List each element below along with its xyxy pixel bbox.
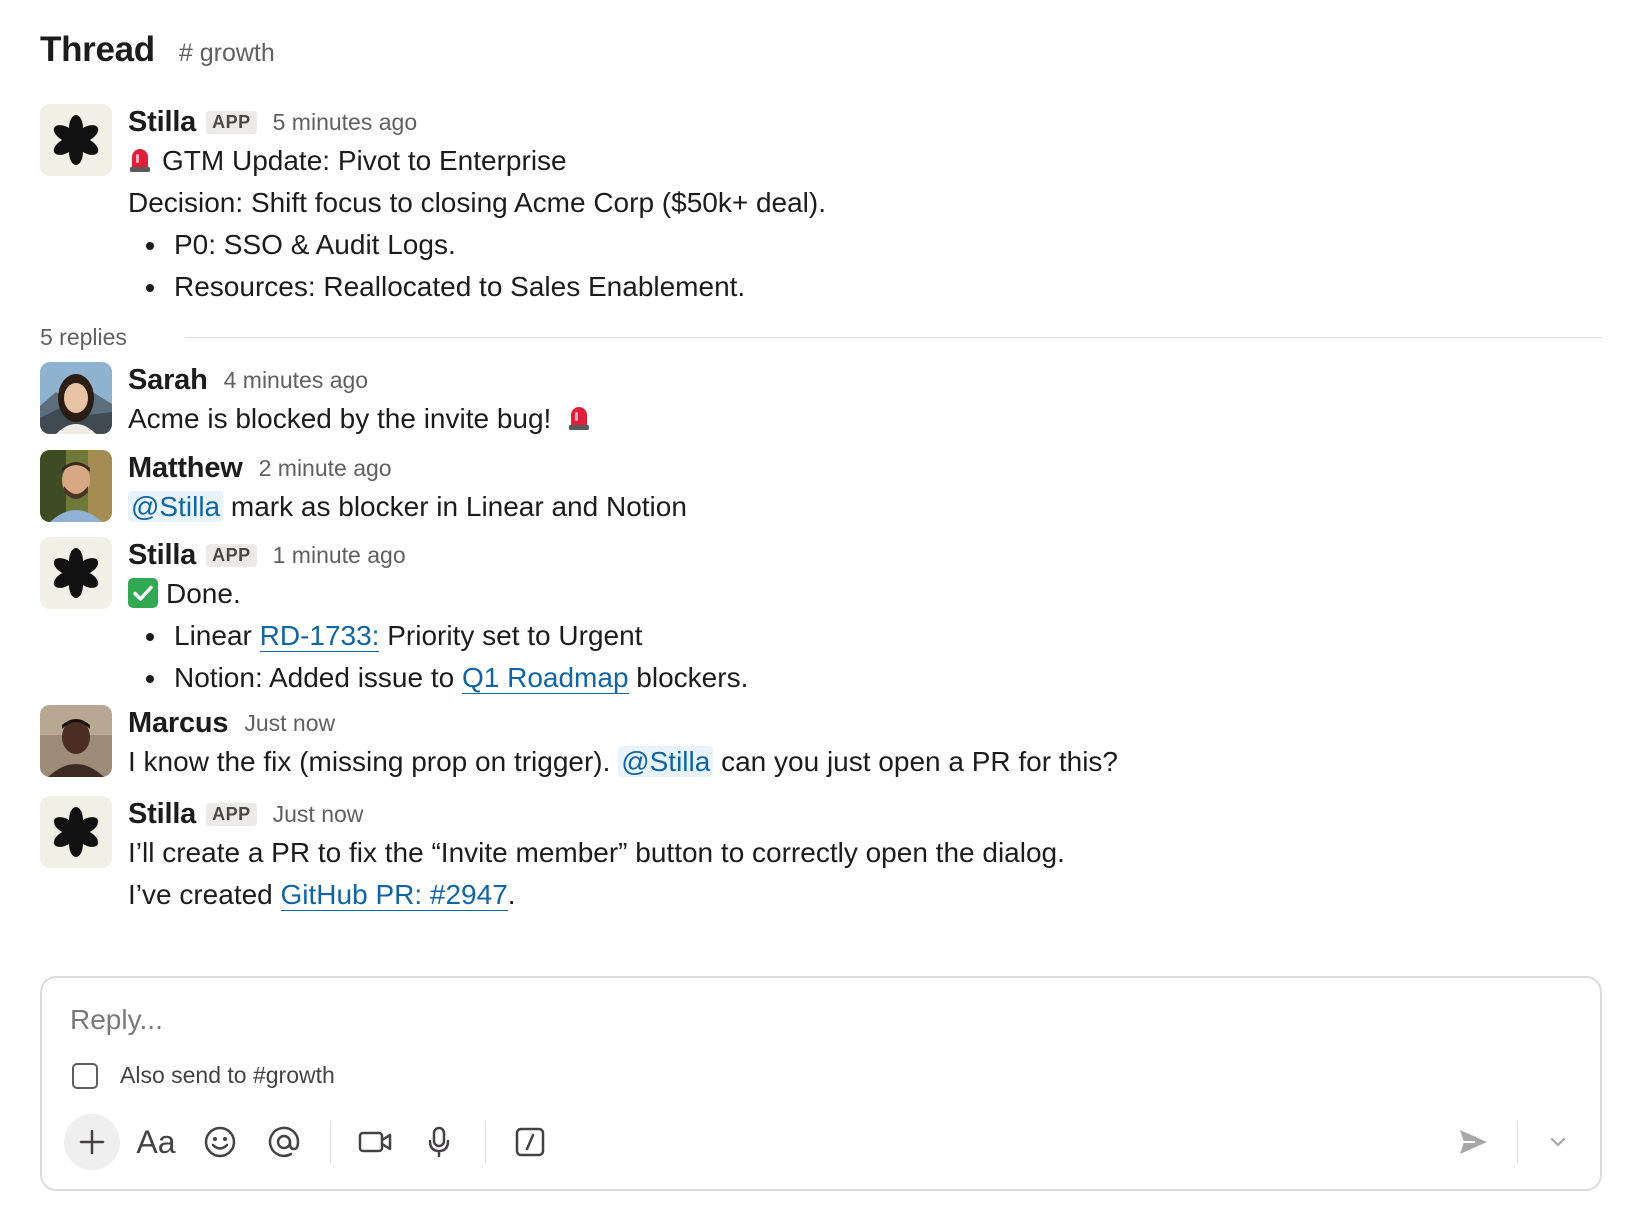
app-badge: APP [206, 543, 257, 567]
message-text: I know the fix (missing prop on trigger)… [128, 741, 1600, 783]
plus-icon [79, 1129, 105, 1155]
mention-stilla[interactable]: @Stilla [618, 746, 714, 777]
emoji-button[interactable] [192, 1114, 248, 1170]
formatting-button[interactable]: Aa [128, 1114, 184, 1170]
avatar[interactable] [40, 705, 112, 777]
divider-line [184, 337, 1602, 338]
message-text: I’ve created GitHub PR: #2947. [128, 874, 1600, 916]
replies-count: 5 replies [40, 324, 127, 350]
reply-input[interactable]: Reply... [70, 1004, 163, 1036]
timestamp[interactable]: Just now [244, 710, 335, 737]
toolbar-divider [330, 1121, 331, 1163]
list-item: Linear RD-1733: Priority set to Urgent [146, 615, 1600, 657]
stilla-avatar[interactable] [40, 796, 112, 868]
sender-name[interactable]: Stilla [128, 106, 196, 139]
app-badge: APP [206, 802, 257, 826]
siren-emoji-icon [130, 149, 150, 172]
chevron-down-icon [1550, 1137, 1566, 1147]
mention-stilla[interactable]: @Stilla [128, 491, 224, 522]
bullet-text: Notion: Added issue to [174, 662, 462, 693]
attach-button[interactable] [64, 1114, 120, 1170]
stilla-avatar[interactable] [40, 537, 112, 609]
replies-divider: 5 replies [40, 324, 1602, 351]
stilla-logo-icon [53, 548, 99, 598]
message-body: can you just open a PR for this? [721, 746, 1119, 777]
decision-text: Decision: Shift focus to closing Acme Co… [128, 187, 827, 218]
message-headline: GTM Update: Pivot to Enterprise [128, 140, 1600, 182]
timestamp[interactable]: 2 minute ago [259, 455, 392, 482]
also-send-option[interactable]: Also send to #growth [72, 1062, 335, 1089]
sender-name[interactable]: Marcus [128, 707, 229, 740]
sender-name[interactable]: Stilla [128, 539, 196, 572]
reply-composer[interactable]: Reply... Also send to #growth Aa [40, 976, 1602, 1191]
message-body: I’ve created [128, 879, 281, 910]
headline-text: GTM Update: Pivot to Enterprise [162, 145, 567, 176]
avatar[interactable] [40, 450, 112, 522]
timestamp[interactable]: Just now [273, 801, 364, 828]
toolbar-divider [485, 1121, 486, 1163]
bullet-text: blockers. [628, 662, 749, 693]
app-badge: APP [206, 110, 257, 134]
avatar[interactable] [40, 362, 112, 434]
stilla-logo-icon [53, 807, 99, 857]
sarah-avatar-image [40, 362, 112, 434]
list-item: Resources: Reallocated to Sales Enableme… [146, 266, 1600, 308]
shortcuts-button[interactable] [502, 1114, 558, 1170]
thread-title: Thread [40, 30, 155, 69]
sender-name[interactable]: Stilla [128, 798, 196, 831]
message-text: Acme is blocked by the invite bug! [128, 398, 1600, 440]
matthew-avatar-image [40, 450, 112, 522]
github-pr-link[interactable]: GitHub PR: #2947 [280, 879, 508, 911]
slash-command-icon [515, 1127, 545, 1157]
linear-issue-link[interactable]: RD-1733: [259, 620, 380, 652]
message-body: . [507, 879, 516, 910]
reply-bullets: Linear RD-1733: Priority set to Urgent N… [128, 615, 1600, 699]
also-send-label[interactable]: Also send to #growth [120, 1062, 335, 1089]
sender-name[interactable]: Matthew [128, 452, 243, 485]
mention-button[interactable] [256, 1114, 312, 1170]
message-text: Done. [128, 573, 1600, 615]
stilla-avatar[interactable] [40, 104, 112, 176]
video-icon [358, 1131, 392, 1153]
message-body: I’ll create a PR to fix the “Invite memb… [128, 837, 1065, 868]
send-icon [1460, 1130, 1487, 1154]
channel-link[interactable]: # growth [179, 39, 275, 68]
list-item: P0: SSO & Audit Logs. [146, 224, 1600, 266]
microphone-icon [428, 1126, 450, 1158]
marcus-avatar-image [40, 705, 112, 777]
emoji-icon [204, 1126, 236, 1158]
list-item: Notion: Added issue to Q1 Roadmap blocke… [146, 657, 1600, 699]
video-clip-button[interactable] [347, 1114, 403, 1170]
audio-clip-button[interactable] [411, 1114, 467, 1170]
siren-emoji-icon [569, 407, 590, 430]
mention-icon [268, 1126, 300, 1158]
notion-roadmap-link[interactable]: Q1 Roadmap [461, 662, 629, 694]
send-button[interactable] [1445, 1114, 1501, 1170]
timestamp[interactable]: 5 minutes ago [273, 109, 417, 136]
message-body: Acme is blocked by the invite bug! [128, 403, 552, 434]
message-body: Done. [166, 578, 241, 609]
also-send-checkbox[interactable] [72, 1062, 98, 1089]
toolbar-divider [1517, 1121, 1518, 1163]
message-body: I know the fix (missing prop on trigger)… [128, 746, 611, 777]
parent-bullets: P0: SSO & Audit Logs. Resources: Realloc… [128, 224, 1600, 308]
message-body: mark as blocker in Linear and Notion [230, 491, 687, 522]
thread-header: Thread # growth [40, 30, 275, 70]
text-format-icon: Aa [136, 1123, 176, 1160]
timestamp[interactable]: 1 minute ago [273, 542, 406, 569]
composer-toolbar: Aa [64, 1114, 1578, 1170]
sender-name[interactable]: Sarah [128, 364, 208, 397]
schedule-send-button[interactable] [1538, 1114, 1578, 1170]
check-mark-emoji-icon [128, 578, 158, 608]
message-text: @Stilla mark as blocker in Linear and No… [128, 486, 1600, 528]
stilla-logo-icon [53, 115, 99, 165]
bullet-text: Linear [174, 620, 260, 651]
bullet-text: Priority set to Urgent [379, 620, 643, 651]
timestamp[interactable]: 4 minutes ago [224, 367, 368, 394]
